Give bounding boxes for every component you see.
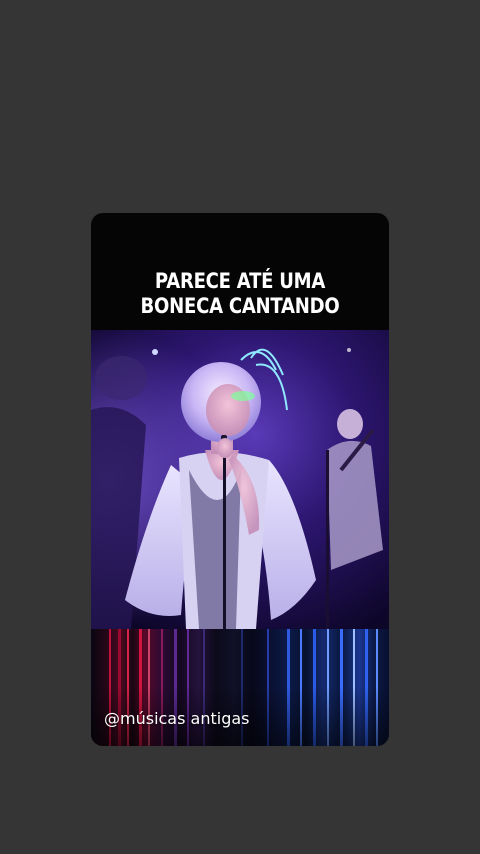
video-frame[interactable]: [91, 330, 389, 629]
story-card[interactable]: PARECE ATÉ UMA BONECA CANTANDO @músicas …: [91, 213, 389, 746]
caption-line-2: BONECA CANTANDO: [140, 294, 340, 318]
concert-scene-image: [91, 330, 389, 629]
caption-line-1: PARECE ATÉ UMA: [154, 269, 326, 293]
watermark-handle: @músicas antigas: [104, 709, 250, 728]
caption-text: PARECE ATÉ UMA BONECA CANTANDO: [112, 269, 368, 319]
